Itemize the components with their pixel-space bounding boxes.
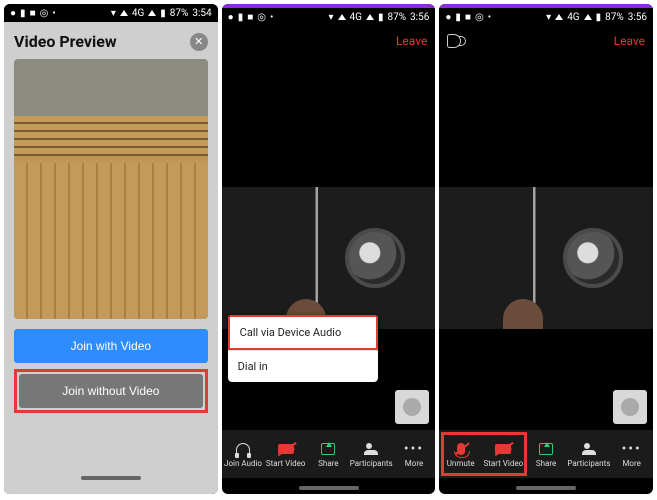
self-view-thumbnail[interactable] [395,390,429,424]
battery-pct: 87% [170,8,189,19]
signal1-icon [120,10,128,16]
join-without-video-button[interactable]: Join without Video [19,374,203,408]
phone-video-preview: ● ▮ ■ ◎ • ▾ 4G ▮ 87% 3:54 Video Preview … [4,4,218,494]
network-label: 4G [132,8,144,19]
join-with-video-button[interactable]: Join with Video [14,329,208,363]
home-indicator [299,486,359,490]
mail-icon: ▮ [20,8,26,19]
more-icon: ••• [405,441,423,457]
phone-meeting-audio-popup: ●▮■◎• ▾ 4G ▮ 87% 3:56 Leave Call via Dev… [222,4,436,494]
share-icon [321,443,335,455]
leave-button[interactable]: Leave [396,34,427,48]
home-indicator [81,476,141,480]
page-title: Video Preview [14,32,117,51]
video-off-icon [495,444,511,454]
mic-off-icon [457,443,465,455]
video-preview-image: Always show video preview dialog when jo… [14,59,208,319]
phone-meeting-controls: ●▮■◎• ▾ 4G ▮ 87% 3:56 Leave Unmute Start… [439,4,653,494]
speaker-icon[interactable] [447,34,461,48]
people-icon [582,443,596,455]
tutorial-highlight: Join without Video [14,369,208,413]
camera-lens-graphic [563,228,623,288]
home-indicator [516,486,576,490]
clock: 3:54 [192,8,211,19]
headset-icon [236,443,250,455]
close-icon[interactable]: ✕ [190,33,208,51]
people-icon [364,443,378,455]
more-button[interactable]: ••• More [610,441,653,468]
camera-lens-graphic [345,228,405,288]
status-bar: ●▮■◎• ▾ 4G ▮ 87% 3:56 [439,8,653,26]
battery-icon: ▮ [378,12,384,23]
battery-icon: ▮ [160,8,166,19]
meeting-video-area [439,56,653,430]
more-icon: ••• [623,441,641,457]
more-button[interactable]: ••• More [393,441,436,468]
circle-icon: ◎ [40,8,49,19]
share-button[interactable]: Share [307,441,350,468]
meeting-video-area: Call via Device Audio Dial in [222,56,436,430]
status-bar: ● ▮ ■ ◎ • ▾ 4G ▮ 87% 3:54 [4,4,218,22]
start-video-button[interactable]: Start Video [264,441,307,468]
share-icon [539,443,553,455]
participants-button[interactable]: Participants [350,441,393,468]
start-video-button[interactable]: Start Video [482,441,525,468]
dial-in-option[interactable]: Dial in [228,350,378,382]
participants-button[interactable]: Participants [567,441,610,468]
wifi-icon: ▾ [111,8,116,19]
video-off-icon [278,444,294,454]
unmute-button[interactable]: Unmute [439,441,482,468]
status-bar: ●▮■◎• ▾ 4G ▮ 87% 3:56 [222,8,436,26]
share-button[interactable]: Share [525,441,568,468]
always-show-toggle[interactable] [170,289,200,305]
join-audio-button[interactable]: Join Audio [222,441,265,468]
signal2-icon [148,10,156,16]
call-via-device-audio-option[interactable]: Call via Device Audio [228,315,378,350]
battery-icon: ▮ [596,12,602,23]
audio-options-popup: Call via Device Audio Dial in [228,315,378,382]
chat-icon: ● [10,8,16,19]
self-view-thumbnail[interactable] [613,390,647,424]
preview-toggle-label: Always show video preview dialog when jo… [22,279,152,315]
video-icon: ■ [30,8,36,19]
meeting-toolbar: Unmute Start Video Share Participants ••… [439,430,653,478]
leave-button[interactable]: Leave [614,34,645,48]
finger-graphic [503,299,543,329]
meeting-toolbar: Join Audio Start Video Share Participant… [222,430,436,478]
